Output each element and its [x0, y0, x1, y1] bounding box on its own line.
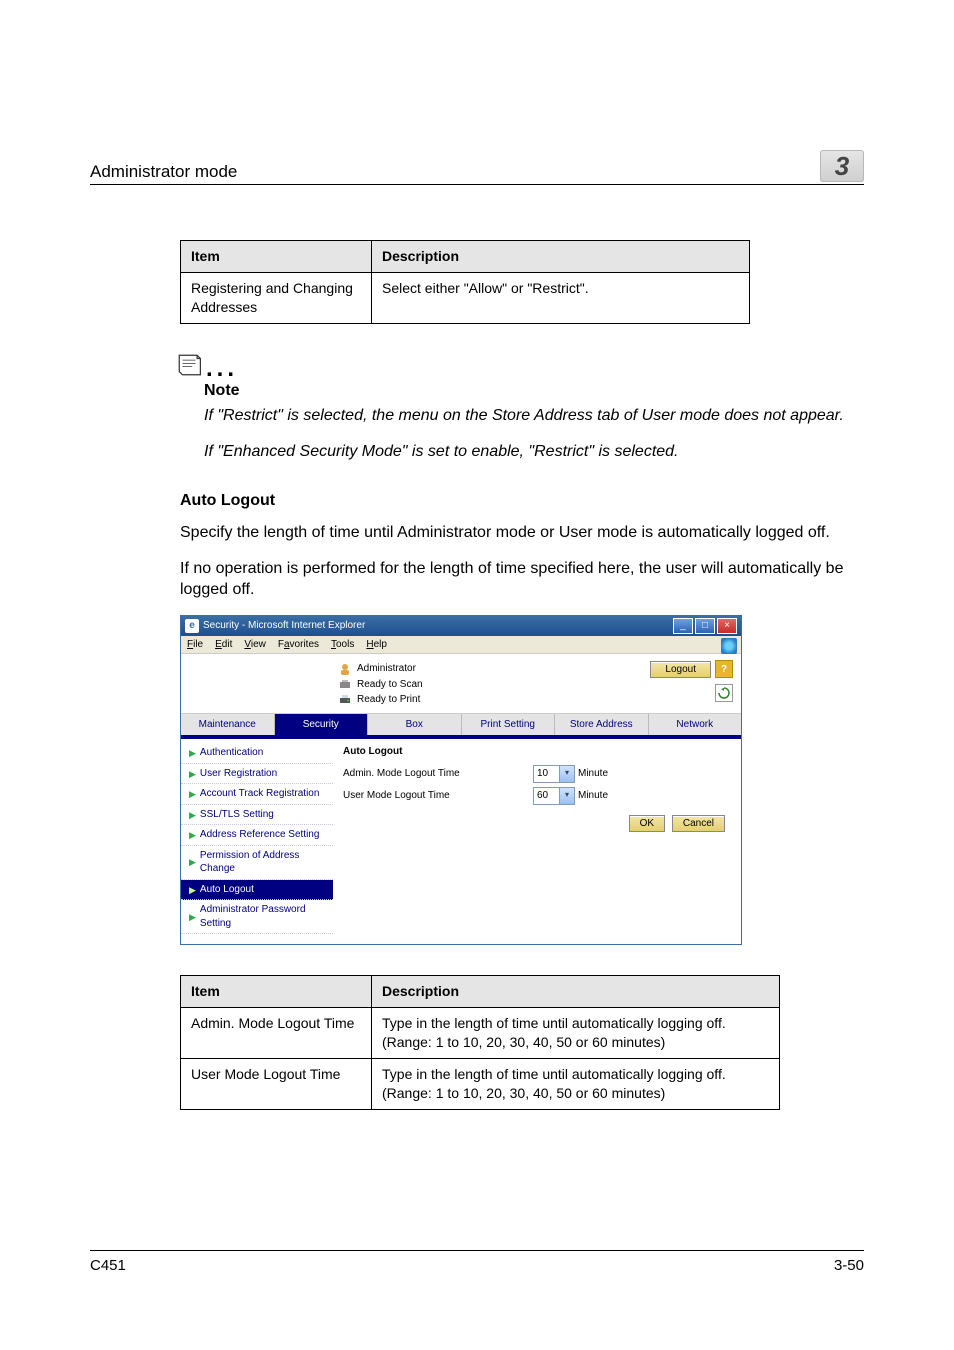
- sidebar-item-label: Authentication: [200, 746, 263, 760]
- sidebar-item-label: Address Reference Setting: [200, 828, 320, 842]
- panel-heading: Auto Logout: [343, 745, 731, 759]
- table-cell-item: User Mode Logout Time: [181, 1059, 372, 1110]
- admin-icon: [339, 663, 351, 675]
- cancel-button[interactable]: Cancel: [672, 815, 725, 832]
- tab-print-setting[interactable]: Print Setting: [462, 714, 556, 736]
- menu-edit[interactable]: Edit: [215, 638, 232, 652]
- sidebar-item-ssl-tls-setting[interactable]: ▶ SSL/TLS Setting: [181, 805, 333, 826]
- table-header-description: Description: [372, 241, 750, 273]
- close-button[interactable]: ×: [717, 618, 737, 634]
- sidebar-item-label: User Registration: [200, 767, 277, 781]
- tab-box[interactable]: Box: [368, 714, 462, 736]
- table-row: Admin. Mode Logout Time Type in the leng…: [181, 1008, 780, 1059]
- menu-tools[interactable]: Tools: [331, 638, 354, 652]
- table-header-item: Item: [181, 976, 372, 1008]
- note-text: If "Restrict" is selected, the menu on t…: [204, 405, 864, 427]
- sidebar-item-label: Account Track Registration: [200, 787, 320, 801]
- sidebar-item-auto-logout[interactable]: ▶ Auto Logout: [181, 880, 333, 901]
- table-header-description: Description: [372, 976, 780, 1008]
- menu-help[interactable]: Help: [366, 638, 387, 652]
- triangle-right-icon: ▶: [189, 829, 196, 841]
- tab-store-address[interactable]: Store Address: [555, 714, 649, 736]
- unit-label: Minute: [578, 767, 608, 781]
- logout-button[interactable]: Logout: [650, 661, 711, 678]
- tab-security[interactable]: Security: [275, 714, 369, 736]
- window-title: Security - Microsoft Internet Explorer: [203, 619, 365, 633]
- printer-icon: [339, 694, 351, 706]
- sidebar-item-user-registration[interactable]: ▶ User Registration: [181, 764, 333, 785]
- triangle-right-icon: ▶: [189, 884, 196, 896]
- sidebar-item-administrator-password-setting[interactable]: ▶ Administrator Password Setting: [181, 900, 333, 934]
- table-auto-logout-fields: Item Description Admin. Mode Logout Time…: [180, 975, 780, 1109]
- select-value: 60: [534, 789, 559, 803]
- minimize-button[interactable]: _: [673, 618, 693, 634]
- table-header-item: Item: [181, 241, 372, 273]
- table-registering-addresses: Item Description Registering and Changin…: [180, 240, 750, 324]
- menu-bar: File Edit View Favorites Tools Help: [181, 636, 741, 655]
- sidebar-item-account-track-registration[interactable]: ▶ Account Track Registration: [181, 784, 333, 805]
- field-label-user-logout: User Mode Logout Time: [343, 789, 533, 803]
- scanner-icon: [339, 679, 351, 691]
- ok-button[interactable]: OK: [629, 815, 665, 832]
- triangle-right-icon: ▶: [189, 856, 196, 868]
- sidebar-item-label: Auto Logout: [200, 883, 254, 897]
- scan-status: Ready to Scan: [357, 678, 423, 692]
- table-cell-desc: Type in the length of time until automat…: [372, 1008, 780, 1059]
- select-value: 10: [534, 767, 559, 781]
- maximize-button[interactable]: □: [695, 618, 715, 634]
- triangle-right-icon: ▶: [189, 788, 196, 800]
- triangle-right-icon: ▶: [189, 747, 196, 759]
- menu-favorites[interactable]: Favorites: [278, 638, 319, 652]
- sidebar-item-address-reference-setting[interactable]: ▶ Address Reference Setting: [181, 825, 333, 846]
- table-cell-desc: Type in the length of time until automat…: [372, 1059, 780, 1110]
- note-heading: Note: [204, 380, 864, 402]
- menu-file[interactable]: File: [187, 638, 203, 652]
- role-label: Administrator: [357, 662, 416, 676]
- help-button[interactable]: ?: [715, 660, 733, 678]
- refresh-button[interactable]: [715, 684, 733, 702]
- running-header: Administrator mode: [90, 162, 237, 182]
- note-ellipsis-icon: ...: [206, 364, 238, 374]
- triangle-right-icon: ▶: [189, 911, 196, 923]
- body-paragraph: If no operation is performed for the len…: [180, 558, 864, 601]
- chevron-down-icon: ▾: [559, 788, 574, 804]
- table-cell-desc: Select either "Allow" or "Restrict".: [372, 272, 750, 323]
- sidebar-item-label: Administrator Password Setting: [200, 903, 327, 930]
- body-paragraph: Specify the length of time until Adminis…: [180, 522, 864, 544]
- chevron-down-icon: ▾: [559, 766, 574, 782]
- table-cell-item: Admin. Mode Logout Time: [181, 1008, 372, 1059]
- unit-label: Minute: [578, 789, 608, 803]
- note-icon: [176, 352, 202, 378]
- ie-logo-icon: [721, 638, 737, 654]
- chapter-badge: 3: [820, 150, 864, 182]
- triangle-right-icon: ▶: [189, 768, 196, 780]
- menu-view[interactable]: View: [244, 638, 266, 652]
- footer-product: C451: [90, 1257, 126, 1274]
- security-window: e Security - Microsoft Internet Explorer…: [180, 615, 742, 946]
- tab-network[interactable]: Network: [649, 714, 742, 736]
- field-label-admin-logout: Admin. Mode Logout Time: [343, 767, 533, 781]
- sidebar-item-permission-of-address-change[interactable]: ▶ Permission of Address Change: [181, 846, 333, 880]
- footer-page-number: 3-50: [834, 1257, 864, 1274]
- sidebar-item-label: SSL/TLS Setting: [200, 808, 274, 822]
- tab-maintenance[interactable]: Maintenance: [181, 714, 275, 736]
- table-cell-item: Registering and Changing Addresses: [181, 272, 372, 323]
- table-row: Registering and Changing Addresses Selec…: [181, 272, 750, 323]
- print-status: Ready to Print: [357, 693, 420, 707]
- section-heading: Auto Logout: [180, 490, 864, 512]
- admin-logout-select[interactable]: 10 ▾: [533, 765, 575, 783]
- sidebar-item-authentication[interactable]: ▶ Authentication: [181, 743, 333, 764]
- triangle-right-icon: ▶: [189, 809, 196, 821]
- table-row: User Mode Logout Time Type in the length…: [181, 1059, 780, 1110]
- sidebar-item-label: Permission of Address Change: [200, 849, 327, 876]
- ie-page-icon: e: [185, 619, 199, 633]
- note-text: If "Enhanced Security Mode" is set to en…: [204, 441, 864, 463]
- user-logout-select[interactable]: 60 ▾: [533, 787, 575, 805]
